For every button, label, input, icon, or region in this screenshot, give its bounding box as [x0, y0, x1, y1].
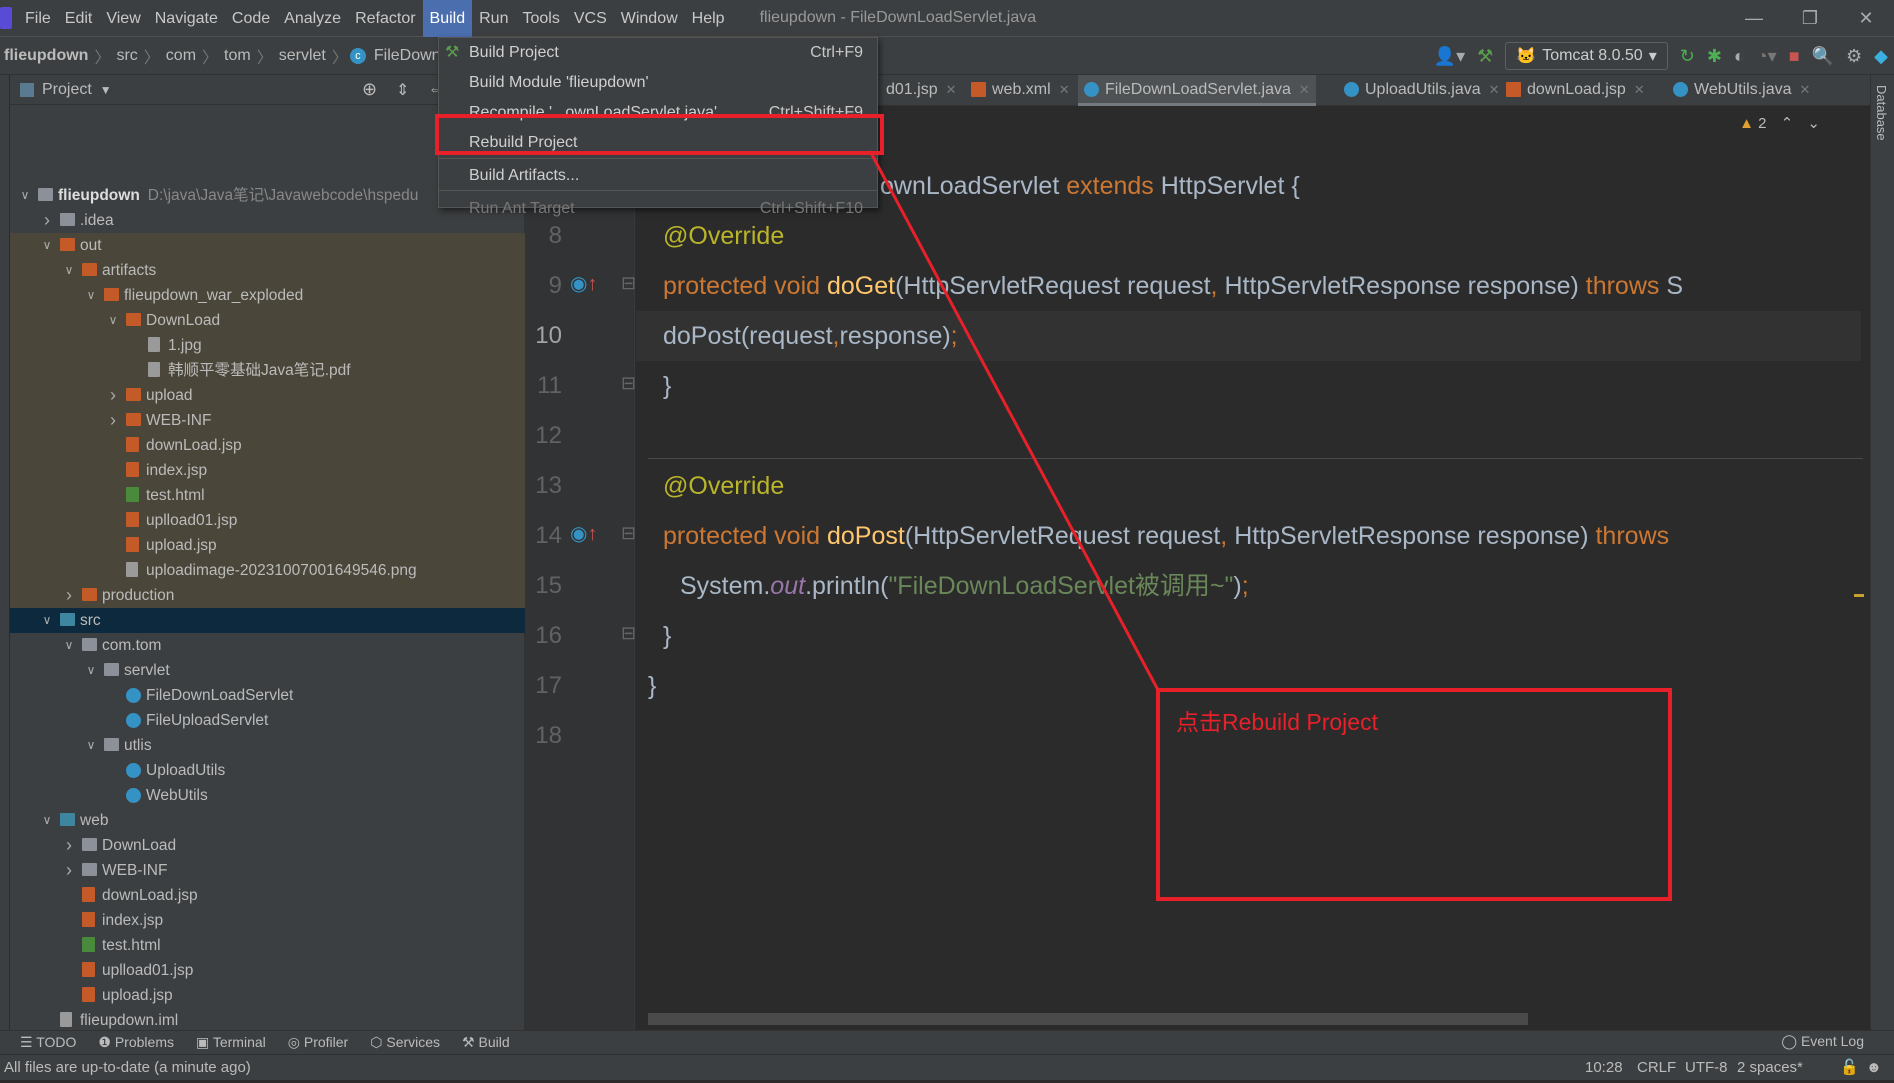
annotation-overlay [435, 114, 1672, 901]
annotation-arrow-line [868, 150, 1160, 691]
annotation-text: 点击Rebuild Project [1176, 709, 1378, 735]
annotation-highlight-box [435, 114, 884, 155]
